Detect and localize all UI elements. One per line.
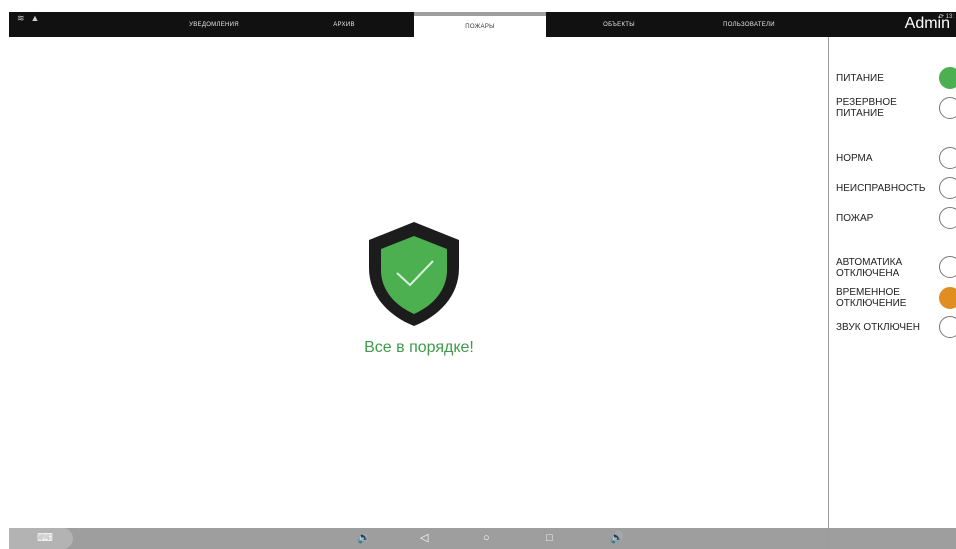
status-message: Все в порядке! (364, 339, 474, 356)
back-icon[interactable]: ◁ (420, 531, 428, 545)
indicator-backup-power-lamp (939, 97, 956, 119)
screen-bezel (0, 0, 9, 549)
recents-icon[interactable]: □ (546, 531, 553, 545)
indicator-label-fire: ПОЖАР (836, 213, 874, 224)
wifi-icon: ≋ (17, 13, 25, 23)
tab-label: ОБЪЕКТЫ (603, 21, 635, 28)
volume-up-icon[interactable]: 🔊 (610, 531, 624, 545)
tab-users[interactable]: ПОЛЬЗОВАТЕЛИ (704, 12, 794, 37)
tab-fires[interactable]: ПОЖАРЫ (414, 12, 546, 37)
current-user[interactable]: Admin (905, 15, 950, 33)
indicator-panel: ПИТАНИЕ РЕЗЕРВНОЕ ПИТАНИЕ НОРМА НЕИСПРАВ… (829, 37, 956, 528)
indicator-label-temporary-off: ВРЕМЕННОЕ ОТКЛЮЧЕНИЕ (836, 287, 907, 309)
indicator-label-power: ПИТАНИЕ (836, 73, 884, 84)
indicator-label-backup-power: РЕЗЕРВНОЕ ПИТАНИЕ (836, 97, 897, 119)
indicator-label-normal: НОРМА (836, 153, 873, 164)
keyboard-button[interactable]: ⌨ (9, 528, 73, 549)
tab-label: АРХИВ (333, 21, 355, 28)
tab-notifications[interactable]: УВЕДОМЛЕНИЯ (169, 12, 259, 37)
indicator-temporary-off-lamp (939, 287, 956, 309)
tab-label: ПОЖАРЫ (465, 23, 495, 30)
tab-label: ПОЛЬЗОВАТЕЛИ (723, 21, 775, 28)
volume-down-icon[interactable]: 🔉 (357, 531, 371, 545)
status-icons-left: ≋ ▲ (17, 13, 39, 24)
indicator-power-lamp (939, 67, 956, 89)
shield-check-icon (369, 222, 459, 326)
android-navbar: ⌨ 🔉 ◁ ○ □ 🔊 (9, 528, 828, 549)
warning-icon: ▲ (30, 13, 40, 23)
indicator-fire-lamp (939, 207, 956, 229)
indicator-label-automation-off: АВТОМАТИКА ОТКЛЮЧЕНА (836, 257, 903, 279)
indicator-label-sound-off: ЗВУК ОТКЛЮЧЕН (836, 322, 920, 333)
indicator-sound-off-lamp (939, 316, 956, 338)
navbar-right-section (829, 528, 956, 549)
tab-archive[interactable]: АРХИВ (309, 12, 379, 37)
home-icon[interactable]: ○ (483, 531, 490, 545)
indicator-fault-lamp (939, 177, 956, 199)
tab-label: УВЕДОМЛЕНИЯ (189, 21, 239, 28)
indicator-normal-lamp (939, 147, 956, 169)
keyboard-icon: ⌨ (37, 532, 53, 544)
indicator-automation-off-lamp (939, 256, 956, 278)
tab-objects[interactable]: ОБЪЕКТЫ (579, 12, 659, 37)
indicator-label-fault: НЕИСПРАВНОСТЬ (836, 183, 926, 194)
top-bar: ≋ ▲ УВЕДОМЛЕНИЯ АРХИВ ПОЖАРЫ ОБЪЕКТЫ ПОЛ… (9, 12, 956, 37)
